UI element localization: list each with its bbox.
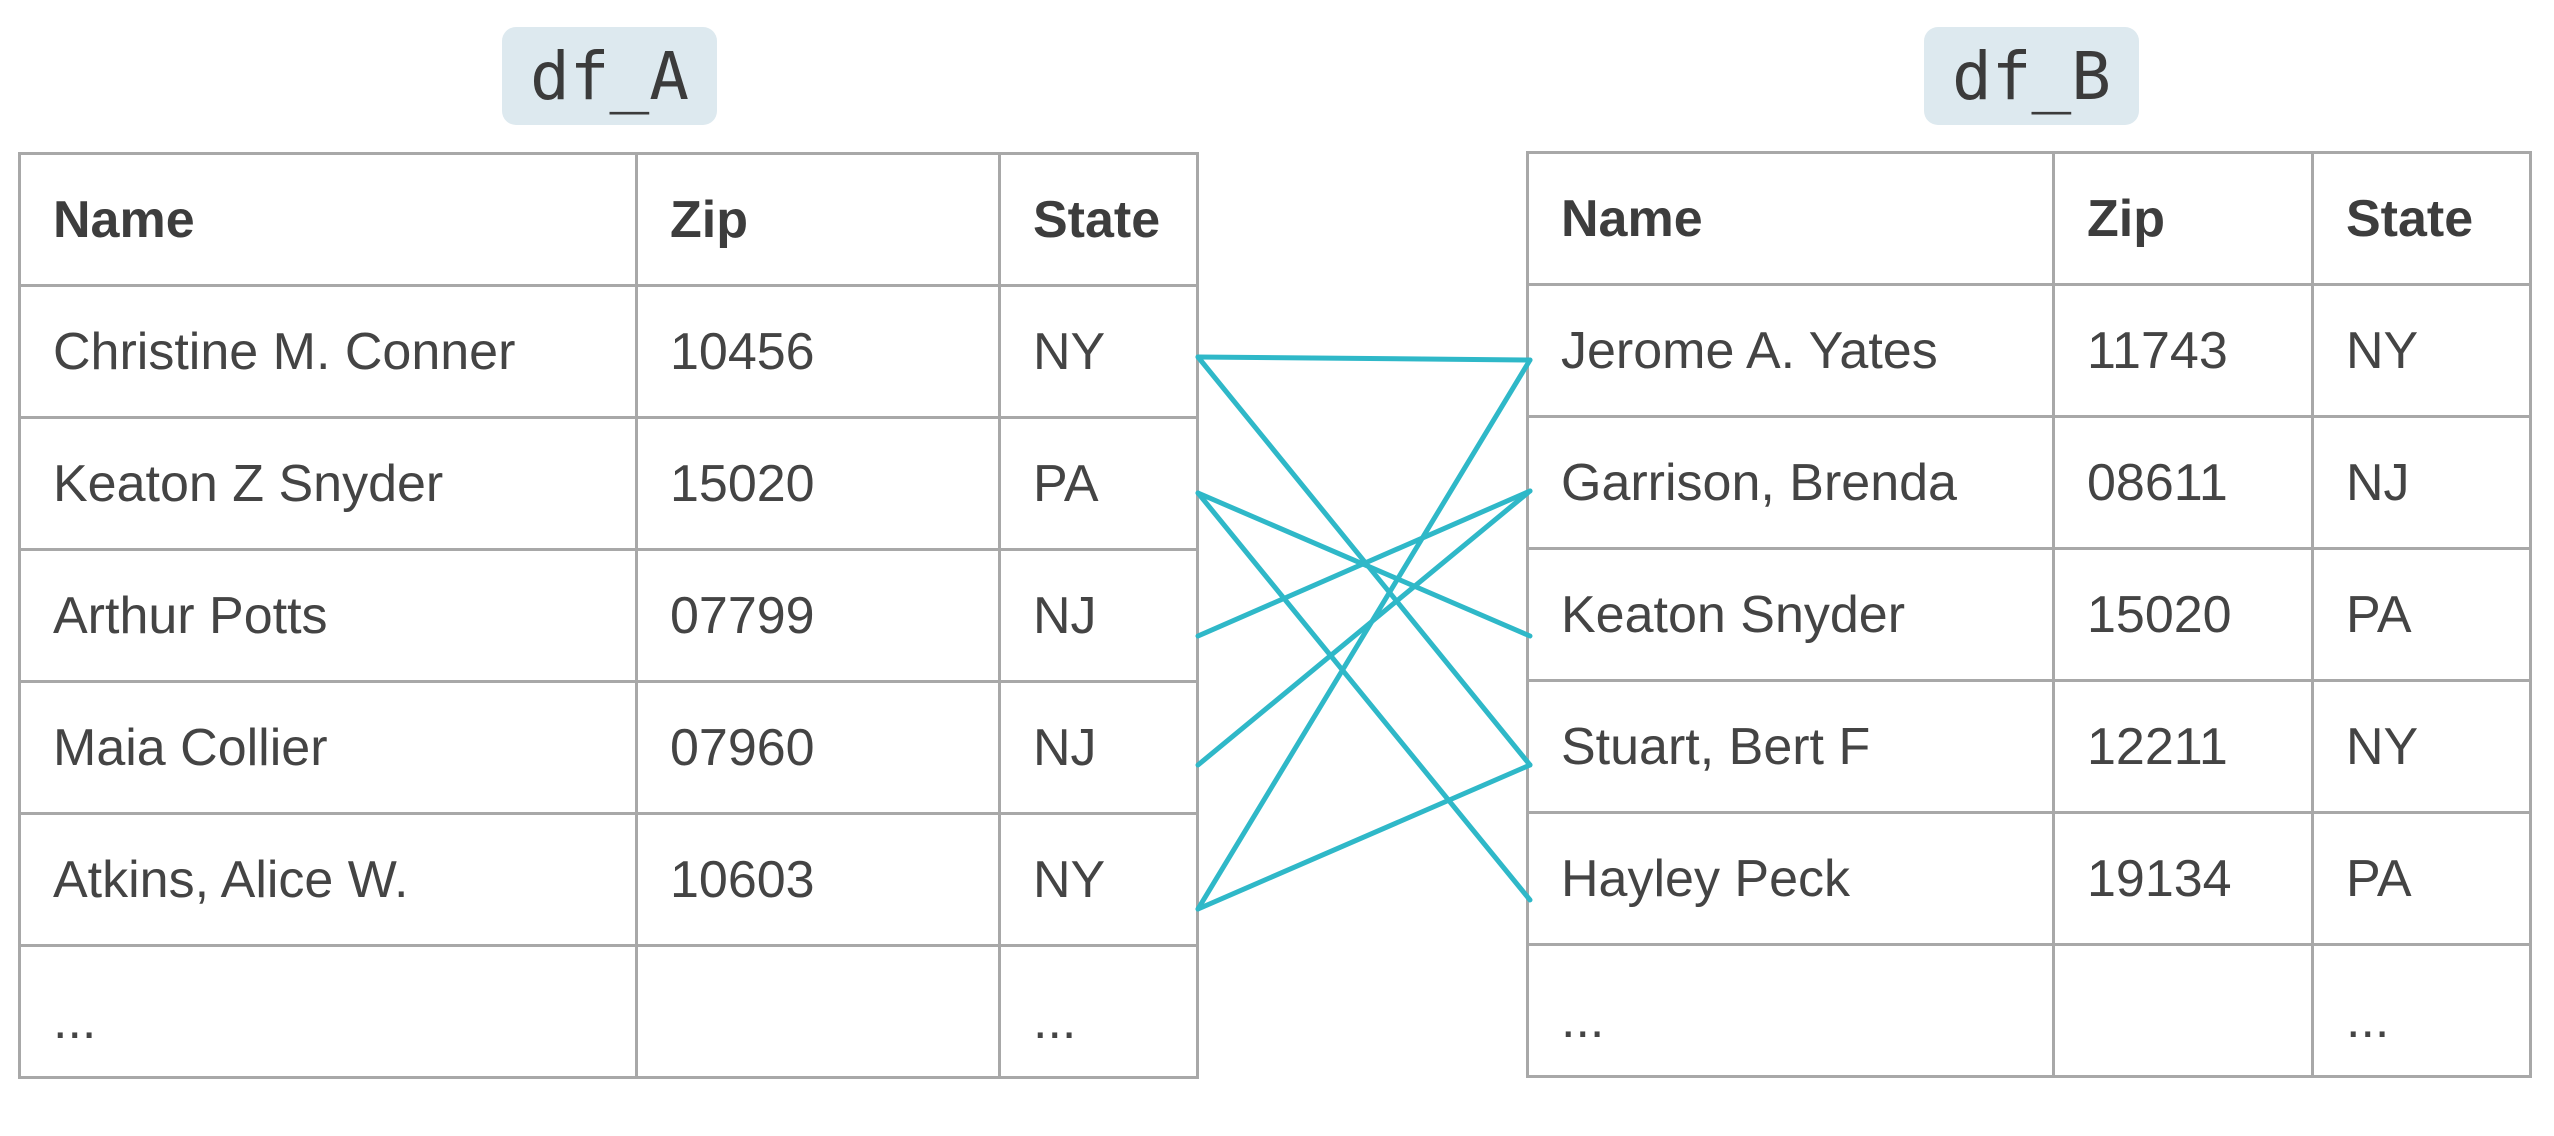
table-row: Garrison, Brenda 08611 NJ — [1526, 415, 2532, 550]
table-row: Maia Collier 07960 NJ — [18, 680, 1199, 815]
name-cell: Stuart, Bert F — [1526, 679, 2055, 814]
column-header: Zip — [2052, 151, 2314, 286]
column-header: Name — [18, 152, 638, 287]
name-cell: Keaton Z Snyder — [18, 416, 638, 551]
state-cell: ... — [998, 944, 1199, 1079]
df-a-label: df_A — [502, 27, 717, 125]
name-cell: Keaton Snyder — [1526, 547, 2055, 682]
df-b-table: Name Zip State Jerome A. Yates 11743 NY … — [1526, 151, 2532, 1078]
df-b-label: df_B — [1924, 27, 2139, 125]
column-header: State — [2311, 151, 2532, 286]
name-cell: Garrison, Brenda — [1526, 415, 2055, 550]
match-link-4-to-3 — [1195, 762, 1533, 912]
match-link-4-to-0 — [1195, 357, 1533, 912]
name-cell: Christine M. Conner — [18, 284, 638, 419]
state-cell: NY — [2311, 283, 2532, 418]
match-link-1-to-2 — [1195, 490, 1533, 639]
table-row: Hayley Peck 19134 PA — [1526, 811, 2532, 946]
match-link-0-to-3 — [1195, 354, 1533, 768]
table-row: Christine M. Conner 10456 NY — [18, 284, 1199, 419]
name-cell: Jerome A. Yates — [1526, 283, 2055, 418]
name-cell: ... — [18, 944, 638, 1079]
zip-cell: 07960 — [635, 680, 1001, 815]
zip-cell: 07799 — [635, 548, 1001, 683]
name-cell: Arthur Potts — [18, 548, 638, 683]
table-row-ellipsis: ... ... — [1526, 943, 2532, 1078]
match-link-2-to-1 — [1195, 488, 1533, 639]
table-row: Jerome A. Yates 11743 NY — [1526, 283, 2532, 418]
zip-cell — [2052, 943, 2314, 1078]
state-cell: PA — [2311, 811, 2532, 946]
zip-cell: 10603 — [635, 812, 1001, 947]
column-header: State — [998, 152, 1199, 287]
state-cell: NJ — [998, 680, 1199, 815]
header-row: Name Zip State — [18, 152, 1199, 287]
match-link-1-to-4 — [1195, 490, 1533, 903]
state-cell: ... — [2311, 943, 2532, 1078]
table-row: Atkins, Alice W. 10603 NY — [18, 812, 1199, 947]
df-a-table: Name Zip State Christine M. Conner 10456… — [18, 152, 1199, 1079]
zip-cell: 19134 — [2052, 811, 2314, 946]
table-row: Stuart, Bert F 12211 NY — [1526, 679, 2532, 814]
match-link-3-to-1 — [1195, 488, 1533, 768]
table-row-ellipsis: ... ... — [18, 944, 1199, 1079]
zip-cell: 10456 — [635, 284, 1001, 419]
zip-cell: 12211 — [2052, 679, 2314, 814]
zip-cell — [635, 944, 1001, 1079]
zip-cell: 08611 — [2052, 415, 2314, 550]
column-header: Name — [1526, 151, 2055, 286]
name-cell: Hayley Peck — [1526, 811, 2055, 946]
state-cell: PA — [998, 416, 1199, 551]
state-cell: PA — [2311, 547, 2532, 682]
table-row: Keaton Snyder 15020 PA — [1526, 547, 2532, 682]
zip-cell: 15020 — [635, 416, 1001, 551]
state-cell: NJ — [998, 548, 1199, 683]
name-cell: Atkins, Alice W. — [18, 812, 638, 947]
state-cell: NY — [998, 812, 1199, 947]
match-link-0-to-0 — [1195, 354, 1533, 363]
header-row: Name Zip State — [1526, 151, 2532, 286]
zip-cell: 11743 — [2052, 283, 2314, 418]
name-cell: Maia Collier — [18, 680, 638, 815]
state-cell: NJ — [2311, 415, 2532, 550]
zip-cell: 15020 — [2052, 547, 2314, 682]
name-cell: ... — [1526, 943, 2055, 1078]
state-cell: NY — [2311, 679, 2532, 814]
column-header: Zip — [635, 152, 1001, 287]
table-row: Arthur Potts 07799 NJ — [18, 548, 1199, 683]
table-row: Keaton Z Snyder 15020 PA — [18, 416, 1199, 551]
state-cell: NY — [998, 284, 1199, 419]
